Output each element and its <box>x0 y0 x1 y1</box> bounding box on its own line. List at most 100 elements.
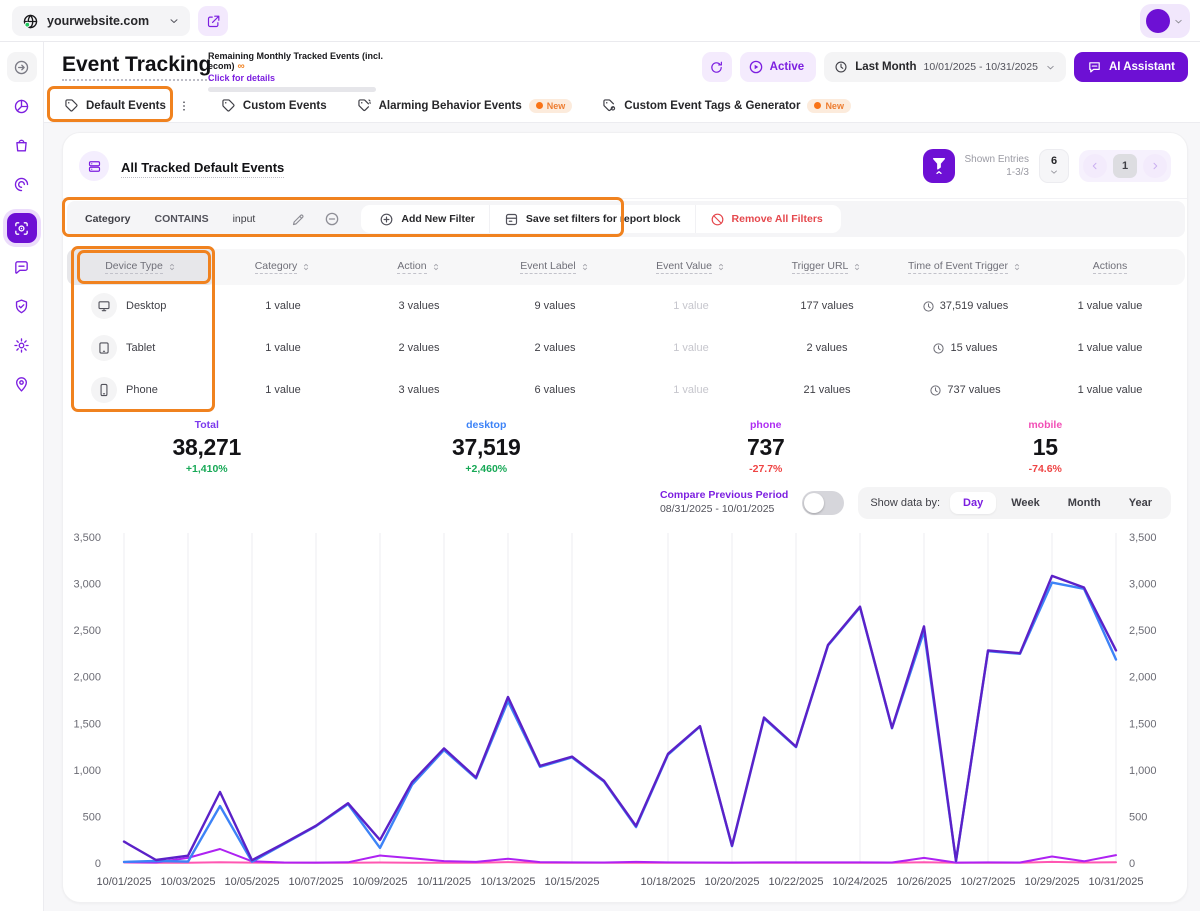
column-header-event-value[interactable]: Event Value <box>623 249 759 285</box>
sidebar-item-sessions[interactable] <box>7 169 37 199</box>
sidebar-item-analytics[interactable] <box>7 91 37 121</box>
sidebar-item-settings[interactable] <box>7 330 37 360</box>
tab-custom-events[interactable]: Custom Events <box>219 90 329 121</box>
series-line-total <box>124 576 1116 861</box>
column-label: Time of Event Trigger <box>908 260 1008 274</box>
save-filters-button[interactable]: Save set filters for report block <box>490 205 696 233</box>
filter-bar: Category CONTAINS input Add New Filter S… <box>67 201 1185 237</box>
events-line-chart[interactable]: 10/01/202510/03/202510/05/202510/07/2025… <box>65 529 1187 899</box>
orange-dot-icon <box>814 102 821 109</box>
sidebar-item-feedback[interactable] <box>7 252 37 282</box>
compare-toggle[interactable] <box>802 491 844 515</box>
actions-cell: 1 value value <box>1035 384 1185 396</box>
action-cell: 3 values <box>351 300 487 312</box>
sidebar-item-event-tracking[interactable] <box>7 213 37 243</box>
chevron-down-icon <box>1049 167 1059 177</box>
trigger-url-cell: 177 values <box>759 300 895 312</box>
panel-header: All Tracked Default Events Shown Entries… <box>63 133 1187 199</box>
device-label: Tablet <box>126 342 155 354</box>
column-label: Trigger URL <box>792 260 849 274</box>
table-row-phone[interactable]: Phone 1 value 3 values 6 values 1 value … <box>67 369 1185 411</box>
user-menu[interactable] <box>1140 4 1190 38</box>
sort-icon <box>580 262 590 272</box>
table-row-desktop[interactable]: Desktop 1 value 3 values 9 values 1 valu… <box>67 285 1185 327</box>
column-header-time-of-event-trigger[interactable]: Time of Event Trigger <box>895 249 1035 285</box>
show-data-by-label: Show data by: <box>870 497 940 509</box>
stat-label: desktop <box>347 419 627 431</box>
device-label: Desktop <box>126 300 166 312</box>
stat-delta: +1,410% <box>67 463 347 475</box>
site-name: yourwebsite.com <box>47 14 160 28</box>
category-cell: 1 value <box>215 300 351 312</box>
filter-operator[interactable]: CONTAINS <box>155 213 209 225</box>
tab-alarming-behavior-events[interactable]: Alarming Behavior EventsNew <box>355 90 575 121</box>
tab-label: Custom Events <box>243 100 327 112</box>
add-new-filter-label: Add New Filter <box>401 213 475 225</box>
shield-check-icon <box>13 298 30 315</box>
remove-filter-button[interactable] <box>319 206 345 232</box>
next-page-button[interactable] <box>1143 154 1167 178</box>
x-axis-label: 10/31/2025 <box>1088 876 1143 888</box>
actions-cell: 1 value value <box>1035 342 1185 354</box>
event-label-cell: 6 values <box>487 384 623 396</box>
show-by-option-month[interactable]: Month <box>1055 492 1114 514</box>
chevron-right-icon <box>1149 160 1161 172</box>
remaining-details-link[interactable]: Click for details <box>208 73 388 83</box>
edit-filter-button[interactable] <box>285 206 311 232</box>
page-size-select[interactable]: 6 <box>1039 149 1069 183</box>
column-header-trigger-url[interactable]: Trigger URL <box>759 249 895 285</box>
sidebar-item-security[interactable] <box>7 291 37 321</box>
tracking-status-button[interactable]: Active <box>740 52 817 82</box>
show-by-option-week[interactable]: Week <box>998 492 1053 514</box>
desktop-icon <box>91 293 117 319</box>
gauge-icon <box>13 176 30 193</box>
column-header-device-type[interactable]: Device Type <box>67 249 215 285</box>
remaining-label: Remaining Monthly Tracked Events (incl. … <box>208 51 383 71</box>
show-by-option-year[interactable]: Year <box>1116 492 1165 514</box>
line-chart-canvas[interactable]: 10/01/202510/03/202510/05/202510/07/2025… <box>65 529 1187 899</box>
kebab-menu-icon[interactable] <box>177 99 191 113</box>
tab-custom-event-tags-generator[interactable]: Custom Event Tags & GeneratorNew <box>600 90 853 121</box>
filter-field[interactable]: Category <box>85 213 131 225</box>
prev-page-button[interactable] <box>1083 154 1107 178</box>
y-axis-label: 2,500 <box>73 625 101 637</box>
stat-label: mobile <box>906 419 1186 431</box>
filter-value[interactable]: input <box>233 213 256 225</box>
infinity-icon: ∞ <box>238 61 245 72</box>
compare-previous-period[interactable]: Compare Previous Period 08/31/2025 - 10/… <box>660 489 788 516</box>
table-row-tablet[interactable]: Tablet 1 value 2 values 2 values 1 value… <box>67 327 1185 369</box>
column-header-event-label[interactable]: Event Label <box>487 249 623 285</box>
period-label: Last Month <box>855 61 916 73</box>
tabs: Default Events Custom Events Alarming Beha… <box>62 90 853 121</box>
sidebar-item-visitor-location[interactable] <box>7 369 37 399</box>
stat-label: Total <box>67 419 347 431</box>
ai-assistant-button[interactable]: AI Assistant <box>1074 52 1188 82</box>
remove-all-filters-button[interactable]: Remove All Filters <box>696 205 837 233</box>
x-axis-label: 10/29/2025 <box>1024 876 1079 888</box>
sidebar-item-collapse[interactable] <box>7 52 37 82</box>
sidebar-item-ecommerce[interactable] <box>7 130 37 160</box>
stat-desktop: desktop 37,519 +2,460% <box>347 415 627 483</box>
show-by-option-day[interactable]: Day <box>950 492 996 514</box>
play-circle-icon <box>748 59 764 75</box>
column-header-action[interactable]: Action <box>351 249 487 285</box>
open-site-button[interactable] <box>198 6 228 36</box>
filter-actions: Add New Filter Save set filters for repo… <box>361 205 840 233</box>
shown-entries-label: Shown Entries <box>965 153 1029 167</box>
tab-default-events[interactable]: Default Events <box>62 90 193 121</box>
column-header-category[interactable]: Category <box>215 249 351 285</box>
pencil-icon <box>291 212 306 227</box>
stat-value: 15 <box>906 434 1186 461</box>
date-range-picker[interactable]: Last Month 10/01/2025 - 10/31/2025 <box>824 52 1066 82</box>
site-selector[interactable]: yourwebsite.com <box>12 6 190 36</box>
stat-value: 737 <box>626 434 906 461</box>
clock-icon <box>834 60 848 74</box>
refresh-button[interactable] <box>702 52 732 82</box>
y-axis-label: 1,500 <box>73 718 101 730</box>
globe-icon <box>22 13 39 30</box>
x-axis-label: 10/18/2025 <box>640 876 695 888</box>
add-new-filter-button[interactable]: Add New Filter <box>365 205 490 233</box>
time-of-trigger-cell: 15 values <box>895 342 1035 355</box>
filter-button[interactable] <box>923 149 955 183</box>
device-cell: Phone <box>67 377 215 403</box>
